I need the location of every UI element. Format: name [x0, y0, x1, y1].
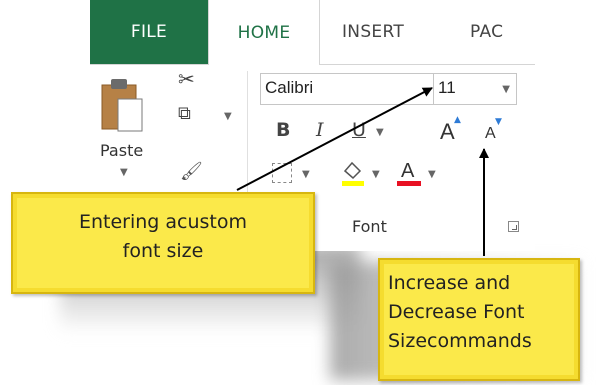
callout-custom-font-size: Entering acustom font size — [11, 192, 315, 294]
callout-increase-decrease: Increase and Decrease Font Sizecommands — [378, 258, 580, 381]
callout-line: Entering acustom — [78, 211, 248, 233]
callout-line: Sizecommands — [388, 330, 532, 352]
callout-line: Increase and — [388, 272, 511, 294]
arrow-to-font-size — [236, 87, 433, 191]
callout-line: font size — [122, 240, 204, 262]
callout-line: Decrease Font — [388, 301, 525, 323]
tab-home[interactable]: HOME — [208, 0, 320, 65]
